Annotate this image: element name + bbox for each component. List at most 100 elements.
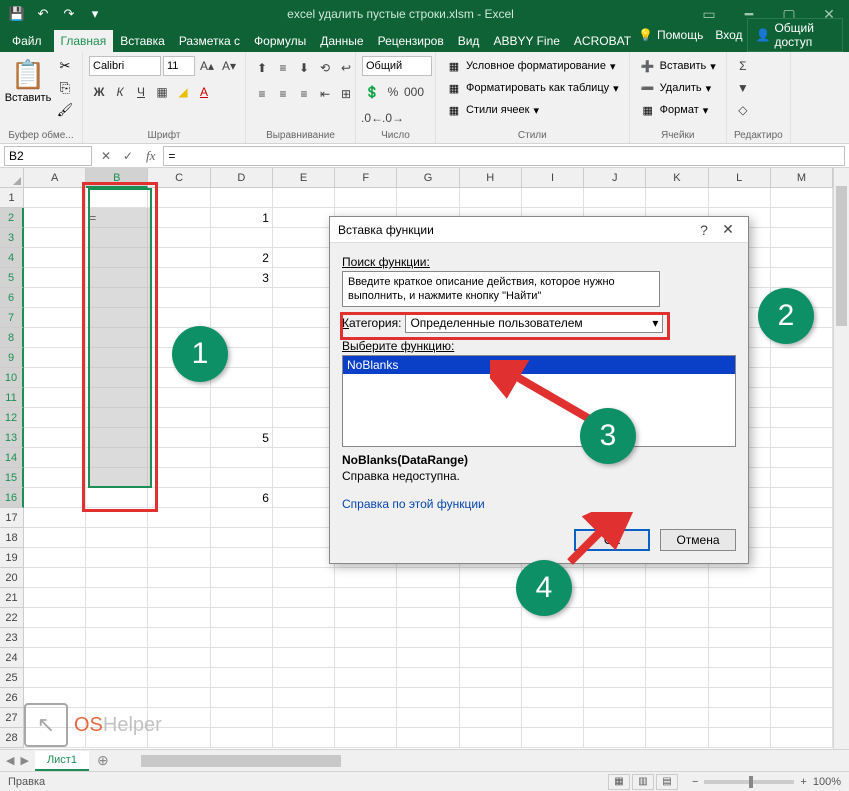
cell-M26[interactable] <box>771 688 833 708</box>
col-header-I[interactable]: I <box>522 168 584 188</box>
cell-D18[interactable] <box>211 528 273 548</box>
cell-B6[interactable] <box>86 288 148 308</box>
dialog-titlebar[interactable]: Вставка функции ? ✕ <box>330 217 748 243</box>
row-header-16[interactable]: 16 <box>0 488 24 508</box>
bold-button[interactable]: Ж <box>89 82 109 102</box>
currency-icon[interactable]: 💲 <box>362 82 382 102</box>
cell-G24[interactable] <box>397 648 459 668</box>
enter-formula-icon[interactable]: ✓ <box>118 146 138 166</box>
cell-K1[interactable] <box>646 188 708 208</box>
cell-styles-button[interactable]: ▦Стили ячеек ▾ <box>442 100 623 120</box>
cell-B22[interactable] <box>86 608 148 628</box>
cell-D3[interactable] <box>211 228 273 248</box>
format-cells-button[interactable]: ▦Формат ▾ <box>636 100 720 120</box>
cell-I25[interactable] <box>522 668 584 688</box>
formula-input[interactable]: = <box>163 146 845 166</box>
cell-L23[interactable] <box>709 628 771 648</box>
search-input[interactable]: Введите краткое описание действия, котор… <box>342 271 660 307</box>
cell-J21[interactable] <box>584 588 646 608</box>
cell-E16[interactable] <box>273 488 335 508</box>
cell-D15[interactable] <box>211 468 273 488</box>
cell-A15[interactable] <box>24 468 86 488</box>
cell-D12[interactable] <box>211 408 273 428</box>
cell-E8[interactable] <box>273 328 335 348</box>
cell-G1[interactable] <box>397 188 459 208</box>
cell-F28[interactable] <box>335 728 397 748</box>
add-sheet-icon[interactable]: ⊕ <box>89 752 117 769</box>
cell-A5[interactable] <box>24 268 86 288</box>
cell-E9[interactable] <box>273 348 335 368</box>
cell-A20[interactable] <box>24 568 86 588</box>
cell-B23[interactable] <box>86 628 148 648</box>
cell-A18[interactable] <box>24 528 86 548</box>
share-button[interactable]: 👤 Общий доступ <box>747 18 843 52</box>
cell-B17[interactable] <box>86 508 148 528</box>
cell-M9[interactable] <box>771 348 833 368</box>
cell-B13[interactable] <box>86 428 148 448</box>
row-header-25[interactable]: 25 <box>0 668 24 688</box>
cell-I1[interactable] <box>522 188 584 208</box>
cell-M21[interactable] <box>771 588 833 608</box>
cell-J28[interactable] <box>584 728 646 748</box>
cell-M3[interactable] <box>771 228 833 248</box>
cell-I24[interactable] <box>522 648 584 668</box>
cell-I27[interactable] <box>522 708 584 728</box>
row-header-3[interactable]: 3 <box>0 228 24 248</box>
sheet-prev-icon[interactable]: ◀ <box>6 754 14 767</box>
cell-D11[interactable] <box>211 388 273 408</box>
cancel-button[interactable]: Отмена <box>660 529 736 551</box>
cell-L27[interactable] <box>709 708 771 728</box>
cell-J26[interactable] <box>584 688 646 708</box>
cell-A6[interactable] <box>24 288 86 308</box>
cell-M23[interactable] <box>771 628 833 648</box>
tab-insert[interactable]: Вставка <box>113 30 172 52</box>
tab-acrobat[interactable]: ACROBAT <box>567 30 638 52</box>
row-header-1[interactable]: 1 <box>0 188 24 208</box>
zoom-slider[interactable] <box>704 780 794 784</box>
row-header-23[interactable]: 23 <box>0 628 24 648</box>
cell-D16[interactable]: 6 <box>211 488 273 508</box>
name-box[interactable]: B2 <box>4 146 92 166</box>
cell-E26[interactable] <box>273 688 335 708</box>
align-mid-icon[interactable]: ≡ <box>273 58 293 78</box>
row-header-21[interactable]: 21 <box>0 588 24 608</box>
cell-D14[interactable] <box>211 448 273 468</box>
cell-B1[interactable] <box>86 188 148 208</box>
cell-F26[interactable] <box>335 688 397 708</box>
cell-D25[interactable] <box>211 668 273 688</box>
cell-B25[interactable] <box>86 668 148 688</box>
cell-A25[interactable] <box>24 668 86 688</box>
cell-A22[interactable] <box>24 608 86 628</box>
sheet-tab-1[interactable]: Лист1 <box>35 751 89 771</box>
row-header-17[interactable]: 17 <box>0 508 24 528</box>
cell-C20[interactable] <box>148 568 210 588</box>
qat-customize-icon[interactable]: ▾ <box>84 3 106 25</box>
col-header-E[interactable]: E <box>273 168 335 188</box>
row-header-6[interactable]: 6 <box>0 288 24 308</box>
dec-decimal-icon[interactable]: .0→ <box>383 108 403 128</box>
cell-E28[interactable] <box>273 728 335 748</box>
cell-A10[interactable] <box>24 368 86 388</box>
cell-D22[interactable] <box>211 608 273 628</box>
row-header-18[interactable]: 18 <box>0 528 24 548</box>
cell-D27[interactable] <box>211 708 273 728</box>
cell-A1[interactable] <box>24 188 86 208</box>
tab-data[interactable]: Данные <box>313 30 370 52</box>
cell-D2[interactable]: 1 <box>211 208 273 228</box>
cell-B18[interactable] <box>86 528 148 548</box>
col-header-D[interactable]: D <box>211 168 273 188</box>
cell-H27[interactable] <box>460 708 522 728</box>
col-header-B[interactable]: B <box>86 168 148 188</box>
cell-C11[interactable] <box>148 388 210 408</box>
cell-L24[interactable] <box>709 648 771 668</box>
cell-B11[interactable] <box>86 388 148 408</box>
cell-D1[interactable] <box>211 188 273 208</box>
cell-B9[interactable] <box>86 348 148 368</box>
cell-A16[interactable] <box>24 488 86 508</box>
wrap-text-icon[interactable]: ↩ <box>336 58 356 78</box>
cell-A2[interactable] <box>24 208 86 228</box>
cell-L28[interactable] <box>709 728 771 748</box>
cell-C19[interactable] <box>148 548 210 568</box>
cell-A8[interactable] <box>24 328 86 348</box>
cell-M19[interactable] <box>771 548 833 568</box>
